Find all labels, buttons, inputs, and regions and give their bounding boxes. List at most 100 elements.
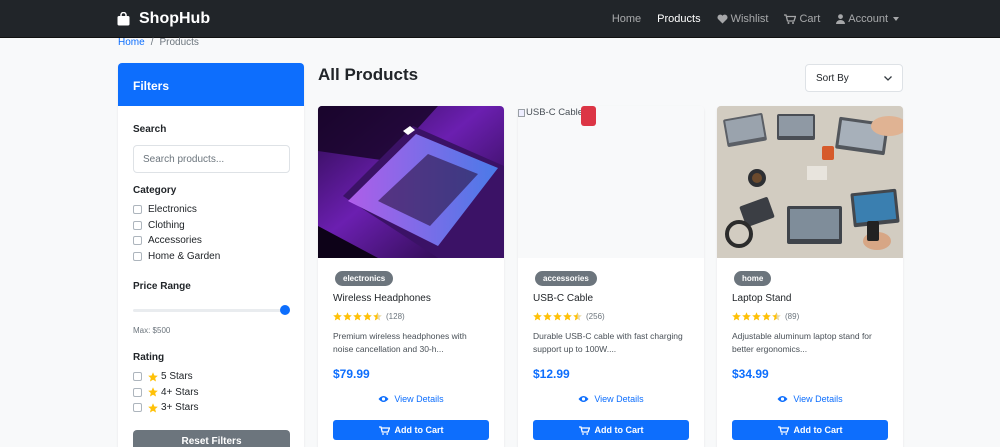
product-description: Premium wireless headphones with noise c… xyxy=(333,330,493,356)
product-price: $12.99 xyxy=(533,367,570,381)
review-count: (89) xyxy=(785,312,800,321)
filters-title: Filters xyxy=(118,63,304,106)
category-option[interactable]: Electronics xyxy=(133,202,220,218)
add-to-cart-button[interactable]: Add to Cart xyxy=(732,420,888,440)
nav-account[interactable]: Account xyxy=(836,13,899,25)
product-price: $34.99 xyxy=(732,367,769,381)
product-description-line: Durable USB-C cable with fast charging xyxy=(533,331,683,341)
user-icon xyxy=(836,14,846,24)
product-rating: (128) xyxy=(333,312,405,321)
category-option[interactable]: Clothing xyxy=(133,218,220,234)
nav-wishlist[interactable]: Wishlist xyxy=(717,13,768,25)
product-description-line: better ergonomics... xyxy=(732,344,808,354)
view-details-link[interactable]: View Details xyxy=(318,394,504,404)
product-card: electronics Wireless Headphones (128) Pr… xyxy=(318,106,504,447)
star-icon xyxy=(573,312,582,321)
review-count: (128) xyxy=(386,312,405,321)
nav-products[interactable]: Products xyxy=(657,13,700,25)
nav-cart[interactable]: Cart xyxy=(784,13,820,25)
checkbox[interactable] xyxy=(133,220,142,230)
slider-track xyxy=(133,309,290,312)
review-count: (256) xyxy=(586,312,605,321)
checkbox[interactable] xyxy=(133,251,142,261)
image-alt-text: USB-C Cable xyxy=(526,107,584,118)
product-card: home Laptop Stand (89) Adjustable alumin… xyxy=(717,106,903,447)
checkbox[interactable] xyxy=(133,387,142,397)
laptop-image xyxy=(318,106,504,258)
navbar: ShopHub Home Products Wishlist Cart Acco… xyxy=(0,0,1000,38)
product-image[interactable]: USB-C Cable xyxy=(518,106,704,258)
chevron-down-icon xyxy=(893,17,899,21)
category-badge: electronics xyxy=(335,271,394,286)
star-icon xyxy=(148,372,158,382)
cart-icon xyxy=(578,425,590,435)
breadcrumb-home[interactable]: Home xyxy=(118,37,145,48)
rating-option-label: 3+ Stars xyxy=(161,402,199,414)
view-details-link[interactable]: View Details xyxy=(717,394,903,404)
cart-icon xyxy=(378,425,390,435)
checkbox[interactable] xyxy=(133,236,142,246)
product-description-line: support up to 100W.... xyxy=(533,344,617,354)
desk-image xyxy=(717,106,903,258)
view-details-link[interactable]: View Details xyxy=(518,394,704,404)
price-max-label: Max: $500 xyxy=(133,326,171,335)
checkbox[interactable] xyxy=(133,205,142,215)
star-icon xyxy=(343,312,352,321)
rating-option-label: 5 Stars xyxy=(161,371,193,383)
broken-image-icon xyxy=(518,108,525,117)
sort-select[interactable]: Sort By xyxy=(805,64,903,92)
rating-option[interactable]: 3+ Stars xyxy=(133,400,199,416)
rating-option[interactable]: 5 Stars xyxy=(133,369,199,385)
star-icon xyxy=(363,312,372,321)
eye-icon xyxy=(578,396,589,402)
price-section: Price Range Max: $500 xyxy=(133,281,290,335)
search-input[interactable]: Search products... xyxy=(133,145,290,173)
rating-stars xyxy=(333,312,383,321)
category-label: Category xyxy=(133,185,177,196)
view-details-label: View Details xyxy=(793,394,843,404)
add-to-cart-label: Add to Cart xyxy=(594,425,644,435)
product-name[interactable]: USB-C Cable xyxy=(533,293,593,304)
breadcrumb-current: Products xyxy=(159,37,199,48)
nav-home[interactable]: Home xyxy=(612,13,641,25)
star-icon xyxy=(373,312,382,321)
wishlist-tag[interactable] xyxy=(581,106,596,126)
category-option[interactable]: Home & Garden xyxy=(133,249,220,265)
rating-stars xyxy=(533,312,583,321)
product-image[interactable] xyxy=(717,106,903,258)
product-name[interactable]: Wireless Headphones xyxy=(333,293,431,304)
breadcrumb-separator: / xyxy=(150,37,154,48)
slider-thumb[interactable] xyxy=(280,305,290,315)
checkbox[interactable] xyxy=(133,403,142,413)
add-to-cart-button[interactable]: Add to Cart xyxy=(533,420,689,440)
star-icon xyxy=(533,312,542,321)
star-icon xyxy=(762,312,771,321)
star-icon xyxy=(752,312,761,321)
product-description-line: Premium wireless headphones with xyxy=(333,331,467,341)
brand-logo[interactable]: ShopHub xyxy=(117,10,210,28)
star-icon xyxy=(772,312,781,321)
rating-stars xyxy=(732,312,782,321)
product-image[interactable] xyxy=(318,106,504,258)
checkbox[interactable] xyxy=(133,372,142,382)
reset-filters-button[interactable]: Reset Filters xyxy=(133,430,290,447)
nav-cart-label: Cart xyxy=(799,13,821,25)
eye-icon xyxy=(777,396,788,402)
filters-panel: Filters Search Search products... Catego… xyxy=(118,63,304,447)
brand-name: ShopHub xyxy=(139,10,211,27)
product-description-line: Adjustable aluminum laptop stand for xyxy=(732,331,872,341)
add-to-cart-button[interactable]: Add to Cart xyxy=(333,420,489,440)
add-to-cart-label: Add to Cart xyxy=(394,425,444,435)
chevron-down-icon xyxy=(884,75,892,81)
star-icon xyxy=(148,403,158,413)
star-icon xyxy=(543,312,552,321)
search-section: Search Search products... xyxy=(133,124,290,173)
rating-option[interactable]: 4+ Stars xyxy=(133,385,199,401)
product-name[interactable]: Laptop Stand xyxy=(732,293,792,304)
category-option[interactable]: Accessories xyxy=(133,233,220,249)
page-title: All Products xyxy=(318,65,419,84)
category-option-label: Home & Garden xyxy=(148,250,221,262)
price-range-slider[interactable] xyxy=(133,305,290,315)
product-price: $79.99 xyxy=(333,367,370,381)
category-option-label: Accessories xyxy=(148,235,202,247)
